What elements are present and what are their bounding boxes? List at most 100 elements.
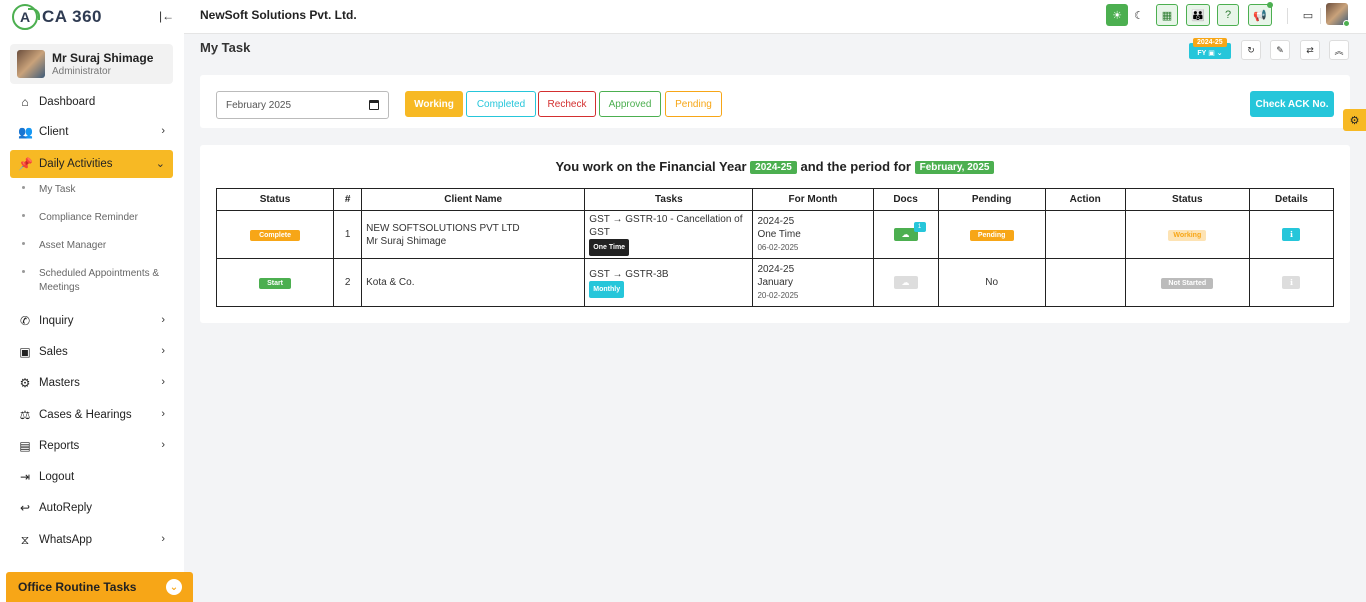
grid-icon: ▦ [1161, 9, 1173, 22]
sidebar-item-daily-activities[interactable]: 📌 Daily Activities ⌄ [10, 150, 173, 178]
chevron-right-icon: › [161, 345, 165, 357]
heading-period-badge: February, 2025 [914, 161, 995, 175]
details-button[interactable]: ℹ [1282, 276, 1301, 289]
refresh-button[interactable]: ↻ [1241, 40, 1261, 60]
for-month-period: One Time [757, 229, 801, 240]
team-button[interactable]: 👪 [1186, 4, 1210, 26]
info-icon: ℹ [1289, 230, 1293, 239]
sidebar-subitem-scheduled-appointments[interactable]: Scheduled Appointments & Meetings [22, 267, 172, 295]
table-header-row: Status # Client Name Tasks For Month Doc… [215, 188, 1335, 211]
sidebar-item-label: Cases & Hearings [39, 409, 132, 421]
filter-completed-button[interactable]: Completed [466, 91, 536, 117]
task-table: Status # Client Name Tasks For Month Doc… [215, 188, 1335, 307]
collapse-button[interactable]: ︽ [1329, 40, 1349, 60]
double-chevron-up-icon: ︽ [1334, 45, 1344, 56]
sidebar-item-inquiry[interactable]: ✆ Inquiry › [10, 307, 173, 335]
filter-working-button[interactable]: Working [405, 91, 463, 117]
status-badge: Not Started [1161, 277, 1214, 289]
calendar-icon[interactable] [369, 100, 379, 110]
messages-button[interactable]: ▭ [1297, 4, 1319, 26]
refresh-icon: ↻ [1247, 44, 1255, 55]
docs-upload-button[interactable]: ☁ [893, 276, 918, 289]
sidebar-item-cases-hearings[interactable]: ⚖ Cases & Hearings › [10, 401, 173, 429]
fy-label: FY [1197, 50, 1207, 57]
sidebar-item-reports[interactable]: ▤ Reports › [10, 432, 173, 460]
users-icon: 👥 [18, 125, 33, 139]
filter-approved-button[interactable]: Approved [599, 91, 661, 117]
sidebar-subitem-my-task[interactable]: My Task [22, 183, 172, 197]
chevron-down-icon: ⌄ [155, 158, 165, 170]
sidebar-item-logout[interactable]: ⇥ Logout [10, 463, 173, 491]
sidebar-item-masters[interactable]: ⚙ Masters › [10, 369, 173, 397]
sidebar-item-whatsapp[interactable]: ⧖ WhatsApp › [10, 526, 173, 554]
logo-mark-icon: A [12, 4, 40, 30]
apps-button[interactable]: ▦ [1156, 4, 1178, 26]
filter-recheck-button[interactable]: Recheck [538, 91, 596, 117]
sidebar-item-label: Client [39, 126, 69, 138]
start-status-button[interactable]: Start [259, 277, 292, 289]
cogs-icon: ⚙ [19, 376, 31, 390]
chevron-right-icon: › [161, 533, 165, 545]
chevron-down-icon: ⌄ [1216, 50, 1223, 57]
column-header: Docs [872, 188, 939, 211]
complete-status-button[interactable]: Complete [250, 229, 301, 241]
table-row: Start 2 Kota & Co. GST → GSTR-3B Monthly… [215, 258, 1335, 307]
sidebar-item-client[interactable]: 👥 Client › [10, 118, 173, 146]
chevron-right-icon: › [161, 439, 165, 451]
bullet-icon [22, 242, 25, 245]
for-month-fy: 2024-25 [757, 264, 795, 275]
light-mode-toggle[interactable]: ☀ [1106, 4, 1128, 26]
user-card[interactable]: Mr Suraj Shimage Administrator [10, 44, 173, 84]
for-month-period: January [757, 277, 794, 288]
docs-upload-button[interactable]: ☁ 1 [893, 222, 926, 241]
online-status-dot [1343, 20, 1350, 27]
moon-icon: ☾ [1134, 9, 1144, 22]
money-icon: ▣ [19, 345, 31, 359]
sidebar-item-label: Inquiry [39, 315, 74, 327]
collapse-sidebar-icon[interactable]: |← [159, 9, 174, 23]
office-routine-tasks-button[interactable]: Office Routine Tasks ⌄ [6, 572, 193, 602]
for-month-date: 20-02-2025 [757, 291, 799, 300]
action-cell [1044, 210, 1126, 259]
sidebar-item-dashboard[interactable]: ⌂ Dashboard [10, 88, 173, 116]
megaphone-icon: 📢 [1253, 9, 1267, 22]
sidebar-item-sales[interactable]: ▣ Sales › [10, 338, 173, 366]
column-header: Action [1044, 188, 1126, 211]
client-person: Mr Suraj Shimage [366, 235, 447, 247]
sidebar-item-label: AutoReply [39, 502, 93, 514]
announcements-button[interactable]: 📢 [1248, 2, 1273, 26]
sidebar-item-label: Logout [39, 471, 75, 483]
sync-button[interactable]: ⇄ [1300, 40, 1320, 60]
chevron-down-icon: ⌄ [166, 579, 182, 595]
task-name: GST → GSTR-3B [589, 268, 669, 280]
check-ack-button[interactable]: Check ACK No. [1250, 91, 1334, 117]
month-input[interactable]: February 2025 [216, 91, 389, 119]
sidebar-item-label: Reports [39, 440, 80, 452]
filter-pending-button[interactable]: Pending [665, 91, 722, 117]
settings-tab[interactable]: ⚙ [1343, 109, 1366, 131]
page-title: My Task [200, 40, 251, 55]
action-cell [1044, 258, 1126, 307]
dark-mode-toggle[interactable]: ☾ [1128, 4, 1150, 26]
column-header: Tasks [584, 188, 754, 211]
column-header: Status [215, 188, 335, 211]
sidebar-subitem-compliance-reminder[interactable]: Compliance Reminder [22, 211, 172, 225]
pin-button[interactable]: ✎ [1270, 40, 1290, 60]
sidebar-item-autoreply[interactable]: ↩ AutoReply [10, 494, 173, 522]
sidebar-subitem-asset-manager[interactable]: Asset Manager [22, 239, 172, 253]
help-button[interactable]: ? [1217, 4, 1239, 26]
fy-year-badge: 2024-25 [1193, 38, 1227, 47]
app-logo[interactable]: A CA 360 [12, 4, 102, 30]
sidebar-item-label: Dashboard [39, 96, 96, 108]
column-header: Details [1248, 188, 1335, 211]
divider [1287, 8, 1288, 24]
chevron-right-icon: › [161, 314, 165, 326]
column-header: Client Name [361, 188, 586, 211]
info-icon: ℹ [1289, 278, 1293, 287]
details-button[interactable]: ℹ [1282, 228, 1301, 241]
sync-icon: ⇄ [1306, 44, 1314, 55]
docs-count-badge: 1 [913, 222, 926, 232]
sidebar-item-label: Daily Activities [39, 158, 113, 170]
table-row: Complete 1 NEW SOFTSOLUTIONS PVT LTD Mr … [215, 210, 1335, 259]
task-frequency-badge: Monthly [589, 280, 625, 298]
